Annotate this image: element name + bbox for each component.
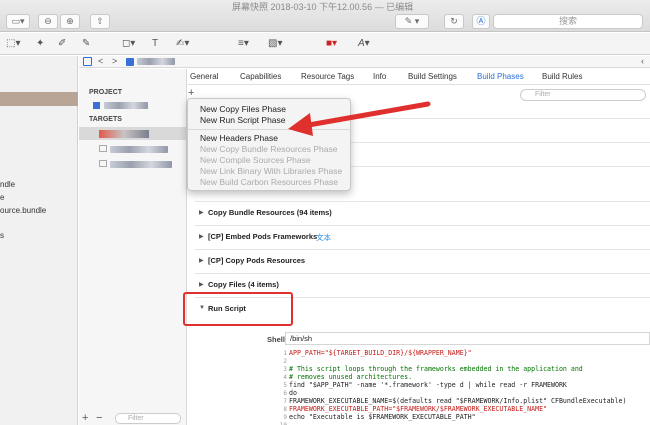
arrow-annotation <box>288 101 431 136</box>
arrow-head <box>288 113 313 136</box>
arrow-shaft <box>300 101 431 129</box>
screenshot-root: 屏幕快照 2018-03-10 下午12.00.56 — 已编辑 ▭▾ ⊖ ⊕ … <box>0 0 650 425</box>
